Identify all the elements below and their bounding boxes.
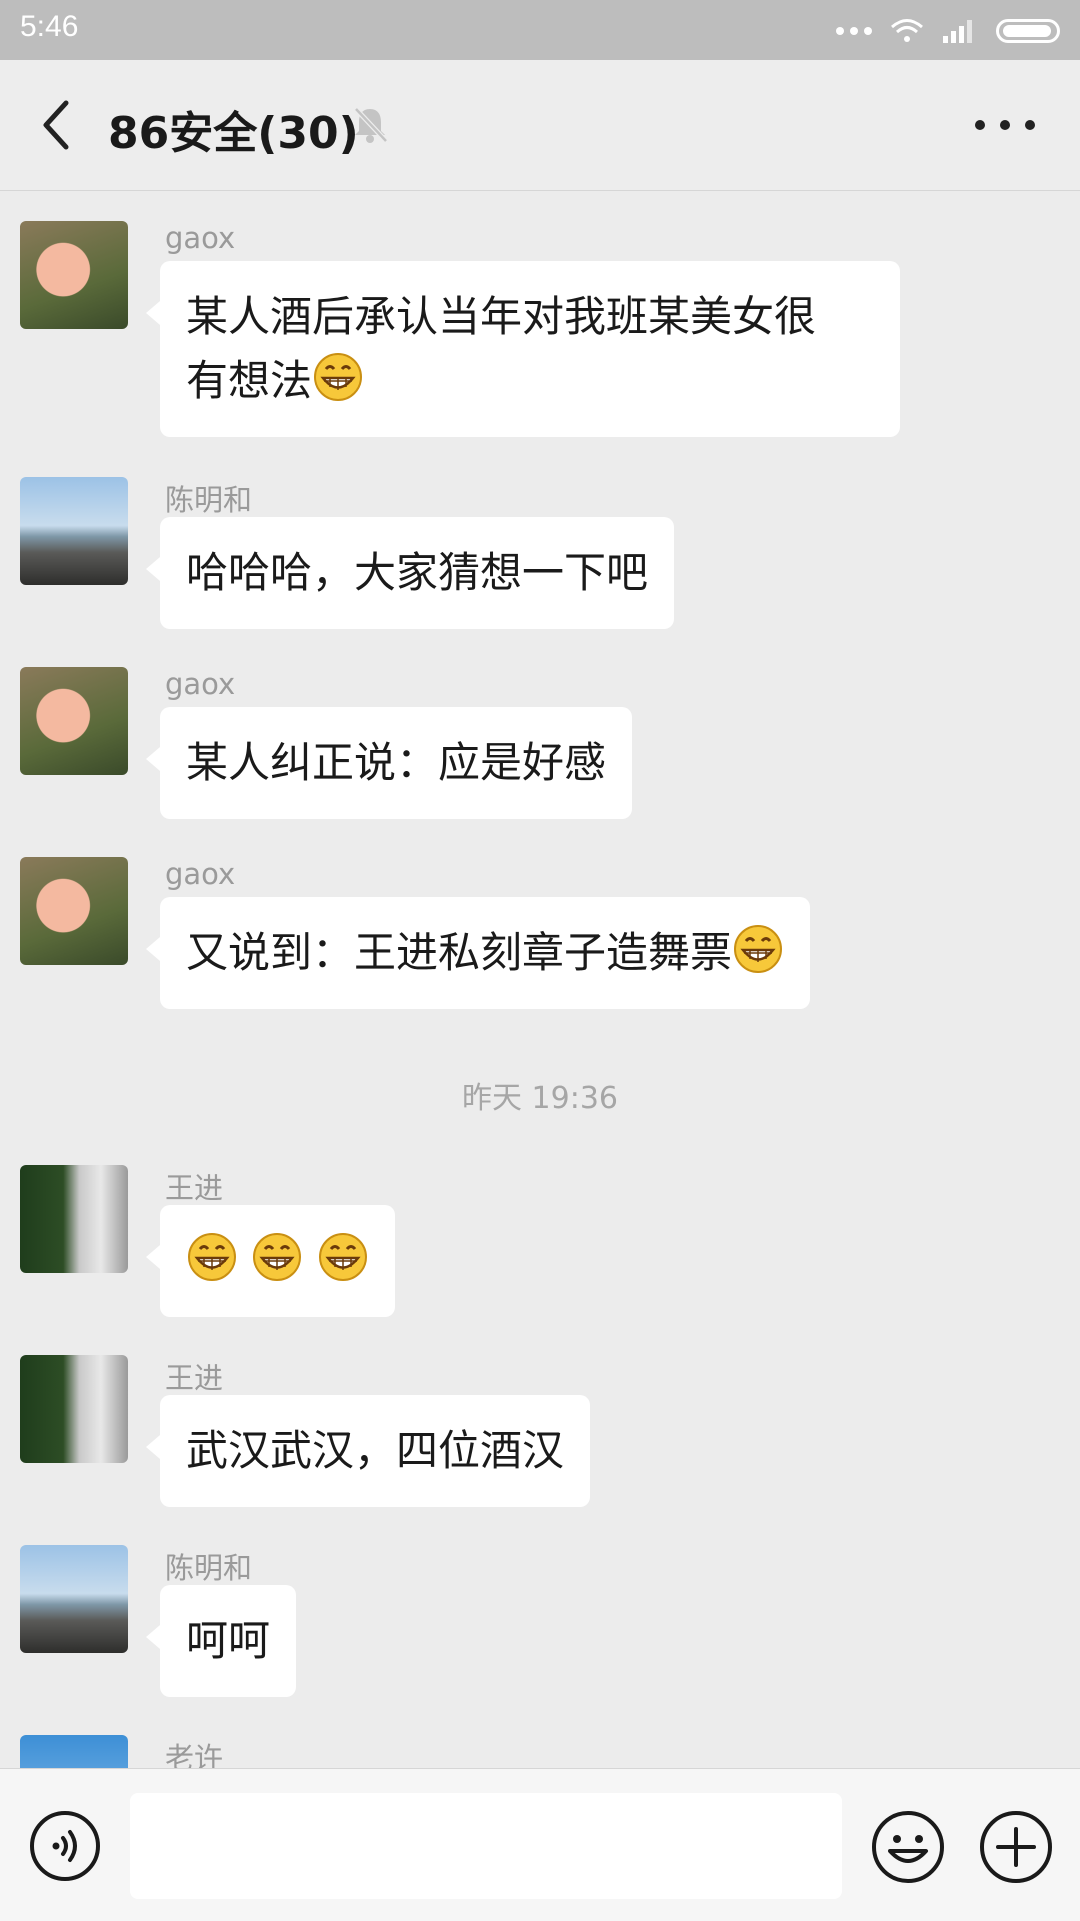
message-bubble[interactable]: 又说到：王进私刻章子造舞票 <box>145 897 811 1009</box>
avatar[interactable] <box>20 1165 128 1273</box>
grin-emoji-icon <box>318 1233 367 1281</box>
message-bubble[interactable] <box>146 1205 395 1317</box>
message-text: 又说到：王进私刻章子造舞票 <box>186 928 733 977</box>
message-timestamp: 昨天 19:36 <box>462 1081 618 1116</box>
sender-name: 王进 <box>165 1361 224 1395</box>
plus-icon[interactable] <box>978 1809 1054 1885</box>
message-bubble[interactable]: 某人酒后承认当年对我班某美女很 有想法 <box>146 261 900 437</box>
grin-emoji-icon <box>314 353 363 401</box>
message-text: 哈哈哈，大家猜想一下吧 <box>186 548 649 597</box>
avatar[interactable] <box>20 1355 128 1463</box>
avatar[interactable] <box>20 1545 128 1653</box>
more-dots-icon[interactable] <box>970 110 1040 140</box>
sender-name: 老许 <box>165 1741 224 1768</box>
sender-name: 陈明和 <box>165 483 253 517</box>
message-text: 武汉武汉，四位酒汉 <box>186 1426 565 1475</box>
grin-emoji-icon <box>253 1233 302 1281</box>
sender-name: 王进 <box>165 1171 224 1205</box>
message-text-line2: 有想法 <box>186 356 313 405</box>
chat-title: 86安全(30) <box>108 108 359 159</box>
avatar[interactable] <box>20 477 128 585</box>
message-bubble[interactable]: 哈哈哈，大家猜想一下吧 <box>145 517 675 629</box>
emoji-icon[interactable] <box>870 1809 946 1885</box>
avatar[interactable] <box>20 1735 128 1768</box>
message-text: 呵呵 <box>186 1616 271 1665</box>
grin-emoji-icon <box>734 925 783 973</box>
more-notifications-icon <box>836 27 872 35</box>
sender-name: gaox <box>165 221 236 255</box>
voice-icon[interactable] <box>28 1809 102 1883</box>
sender-name: 陈明和 <box>165 1551 253 1585</box>
message-bubble[interactable]: 某人纠正说：应是好感 <box>145 707 633 819</box>
avatar[interactable] <box>20 221 128 329</box>
avatar[interactable] <box>20 857 128 965</box>
message-input[interactable] <box>130 1793 842 1899</box>
message-text: 某人纠正说：应是好感 <box>186 738 607 787</box>
sender-name: gaox <box>165 857 236 891</box>
avatar[interactable] <box>20 667 128 775</box>
message-text: 某人酒后承认当年对我班某美女很 <box>186 292 817 341</box>
message-bubble[interactable]: 呵呵 <box>145 1585 297 1697</box>
back-chevron-icon[interactable] <box>30 95 90 155</box>
status-bar: 5:46 <box>0 0 1080 60</box>
signal-icon <box>943 20 972 43</box>
status-time: 5:46 <box>20 10 79 43</box>
mute-bell-icon <box>354 107 388 143</box>
grin-emoji-icon <box>188 1233 236 1281</box>
status-icons <box>836 16 1060 46</box>
wifi-icon <box>891 19 923 42</box>
sender-name: gaox <box>165 667 236 701</box>
input-bar <box>0 1768 1080 1921</box>
message-bubble[interactable]: 武汉武汉，四位酒汉 <box>145 1395 591 1507</box>
emoji-row <box>186 1229 369 1293</box>
chat-header: 86安全(30) <box>0 60 1080 191</box>
message-list[interactable]: gaox 某人酒后承认当年对我班某美女很 有想法 陈明和 哈哈哈，大家猜想一下吧… <box>0 191 1080 1768</box>
battery-icon <box>996 19 1060 43</box>
